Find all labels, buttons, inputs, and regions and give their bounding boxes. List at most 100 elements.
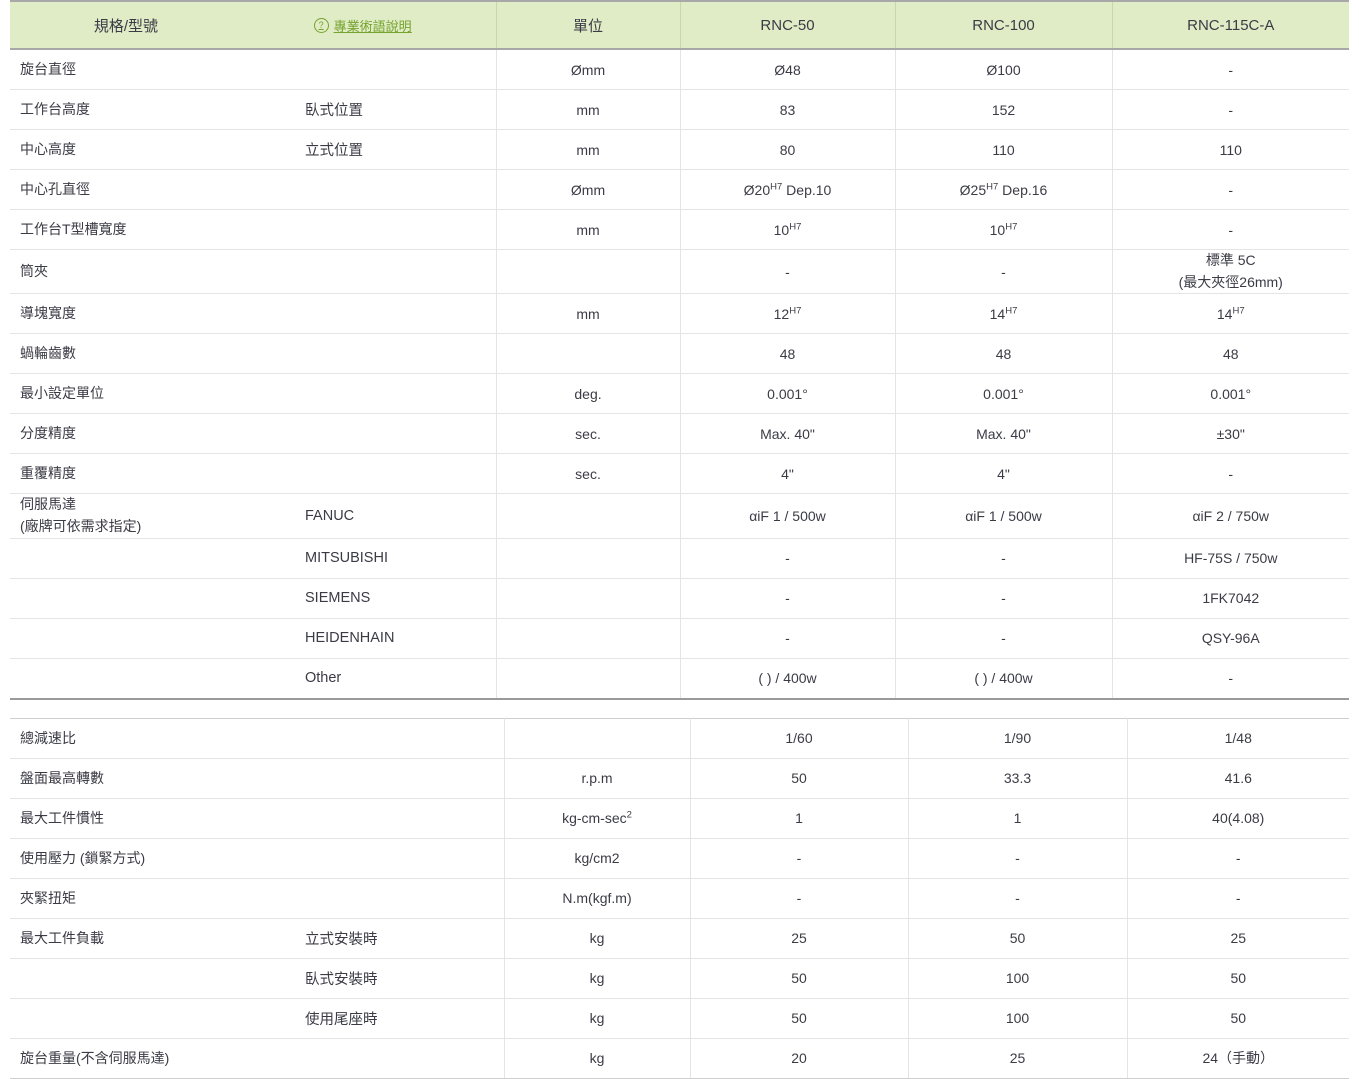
value-rnc-100: Max. 40" <box>894 413 1112 455</box>
row-label: 重覆精度 <box>10 453 295 495</box>
row-sublabel <box>295 838 504 879</box>
row-unit <box>495 333 680 375</box>
value-rnc-50: 12H7 <box>679 293 895 335</box>
value-rnc-115c-a: 41.6 <box>1126 758 1349 799</box>
value-rnc-100: ( ) / 400w <box>894 658 1112 700</box>
value-rnc-115c-a: HF-75S / 750w <box>1111 538 1349 579</box>
table-row: 中心高度 立式位置 mm 80 110 110 <box>10 129 1349 170</box>
value-rnc-100: 100 <box>907 958 1127 999</box>
value-rnc-50: 50 <box>689 958 908 999</box>
row-label: 工作台T型槽寬度 <box>10 209 295 250</box>
row-unit: kg <box>503 918 690 959</box>
row-label <box>10 618 295 659</box>
table-row: 夾緊扭矩 N.m(kgf.m) - - - <box>10 878 1349 919</box>
row-sublabel <box>295 758 504 799</box>
row-unit: mm <box>495 293 680 335</box>
table-row: Other( ) / 400w( ) / 400w - <box>10 658 1349 700</box>
row-unit: sec. <box>495 413 680 455</box>
table-header-row: 規格/型號 ? 專業術語說明 單位 RNC-50 RNC-100 RNC-115… <box>10 0 1349 50</box>
row-label: 旋台重量(不含伺服馬達) <box>10 1038 295 1079</box>
row-sublabel: 使用尾座時 <box>295 998 504 1039</box>
value-rnc-100: 14H7 <box>894 293 1112 335</box>
value-rnc-50: 20 <box>689 1038 908 1079</box>
row-sublabel <box>295 169 496 210</box>
table-row: 盤面最高轉數 r.p.m 50 33.3 41.6 <box>10 758 1349 799</box>
row-sublabel <box>295 333 496 375</box>
row-sublabel <box>295 453 496 495</box>
row-sublabel: 立式安裝時 <box>295 918 504 959</box>
value-rnc-50: - <box>679 578 895 619</box>
value-rnc-100: - <box>907 878 1127 919</box>
row-unit: mm <box>495 89 680 130</box>
value-rnc-50: 1 <box>689 798 908 839</box>
value-rnc-50: αiF 1 / 500w <box>679 493 895 539</box>
value-rnc-100: - <box>894 538 1112 579</box>
row-label: 旋台直徑 <box>10 49 295 90</box>
table-row: 工作台高度 臥式位置 mm 83 152- <box>10 89 1349 130</box>
value-rnc-100: 0.001° <box>894 373 1112 415</box>
table-row: 旋台重量(不含伺服馬達) kg 20 25 24（手動） <box>10 1038 1349 1079</box>
value-rnc-50: 25 <box>689 918 908 959</box>
header-spec-label: 規格/型號 <box>93 17 158 35</box>
terminology-link[interactable]: ? 專業術語說明 <box>313 16 412 35</box>
row-sublabel: FANUC <box>295 493 496 539</box>
value-rnc-115c-a: 標準 5C (最大夾徑26mm) <box>1111 249 1349 295</box>
row-label: 最大工件慣性 <box>10 798 295 839</box>
value-rnc-100: Ø25H7 Dep.16 <box>894 169 1112 210</box>
spec-table-secondary: 總減速比 1/60 1/90 1/48 盤面最高轉數 r.p.m 50 33.3 41.6 最大工… <box>10 717 1349 1079</box>
value-rnc-115c-a: - <box>1126 878 1349 919</box>
value-rnc-115c-a: - <box>1111 49 1349 90</box>
value-rnc-100: - <box>894 578 1112 619</box>
row-label <box>10 998 295 1039</box>
value-rnc-50: 48 <box>679 333 895 375</box>
row-sublabel: 臥式位置 <box>295 89 496 130</box>
value-rnc-50: 50 <box>689 758 908 799</box>
row-label: 分度精度 <box>10 413 295 455</box>
value-rnc-115c-a: ±30" <box>1111 413 1349 455</box>
value-rnc-50: - <box>689 838 908 879</box>
row-unit <box>495 493 680 539</box>
table-row: 蝸輪齒數 48 48 48 <box>10 333 1349 375</box>
value-rnc-50: 0.001° <box>679 373 895 415</box>
value-rnc-115c-a: 14H7 <box>1111 293 1349 335</box>
row-label: 總減速比 <box>10 718 295 759</box>
value-rnc-115c-a: 25 <box>1126 918 1349 959</box>
table-row: 最小設定單位 deg. 0.001° 0.001° 0.001° <box>10 373 1349 415</box>
row-sublabel <box>295 413 496 455</box>
row-unit <box>495 538 680 579</box>
table-row: 最大工件負載 立式安裝時 kg 25 50 25 <box>10 918 1349 959</box>
table-row: MITSUBISHI - - HF-75S / 750w <box>10 538 1349 579</box>
row-label: 伺服馬達 (廠牌可依需求指定) <box>10 493 295 539</box>
value-rnc-115c-a: 48 <box>1111 333 1349 375</box>
value-rnc-115c-a: - <box>1111 658 1349 700</box>
value-rnc-50: ( ) / 400w <box>679 658 895 700</box>
value-rnc-100: 4" <box>894 453 1112 495</box>
value-rnc-100: Ø100 <box>894 49 1112 90</box>
row-unit <box>495 578 680 619</box>
question-circle-icon: ? <box>313 17 329 33</box>
value-rnc-115c-a: 0.001° <box>1111 373 1349 415</box>
row-label: 盤面最高轉數 <box>10 758 295 799</box>
row-unit: kg <box>503 958 690 999</box>
row-sublabel <box>295 209 496 250</box>
value-rnc-115c-a: - <box>1111 89 1349 130</box>
value-rnc-115c-a: - <box>1111 453 1349 495</box>
value-rnc-50: 50 <box>689 998 908 1039</box>
row-label <box>10 538 295 579</box>
value-rnc-115c-a: 50 <box>1126 958 1349 999</box>
row-label: 中心孔直徑 <box>10 169 295 210</box>
table-row: 總減速比 1/60 1/90 1/48 <box>10 718 1349 759</box>
value-rnc-115c-a: - <box>1111 209 1349 250</box>
row-unit: Ømm <box>495 169 680 210</box>
row-unit <box>495 658 680 700</box>
value-rnc-50: Ø20H7 Dep.10 <box>679 169 895 210</box>
row-sublabel: SIEMENS <box>295 578 496 619</box>
value-rnc-50: Ø48 <box>679 49 895 90</box>
value-rnc-50: 1/60 <box>689 718 908 759</box>
header-unit: 單位 <box>495 0 680 50</box>
table-divider <box>10 700 1349 709</box>
row-sublabel <box>295 49 496 90</box>
table-row: 使用尾座時 kg 50 100 50 <box>10 998 1349 1039</box>
terminology-link-label: 專業術語說明 <box>333 18 412 34</box>
value-rnc-50: - <box>689 878 908 919</box>
